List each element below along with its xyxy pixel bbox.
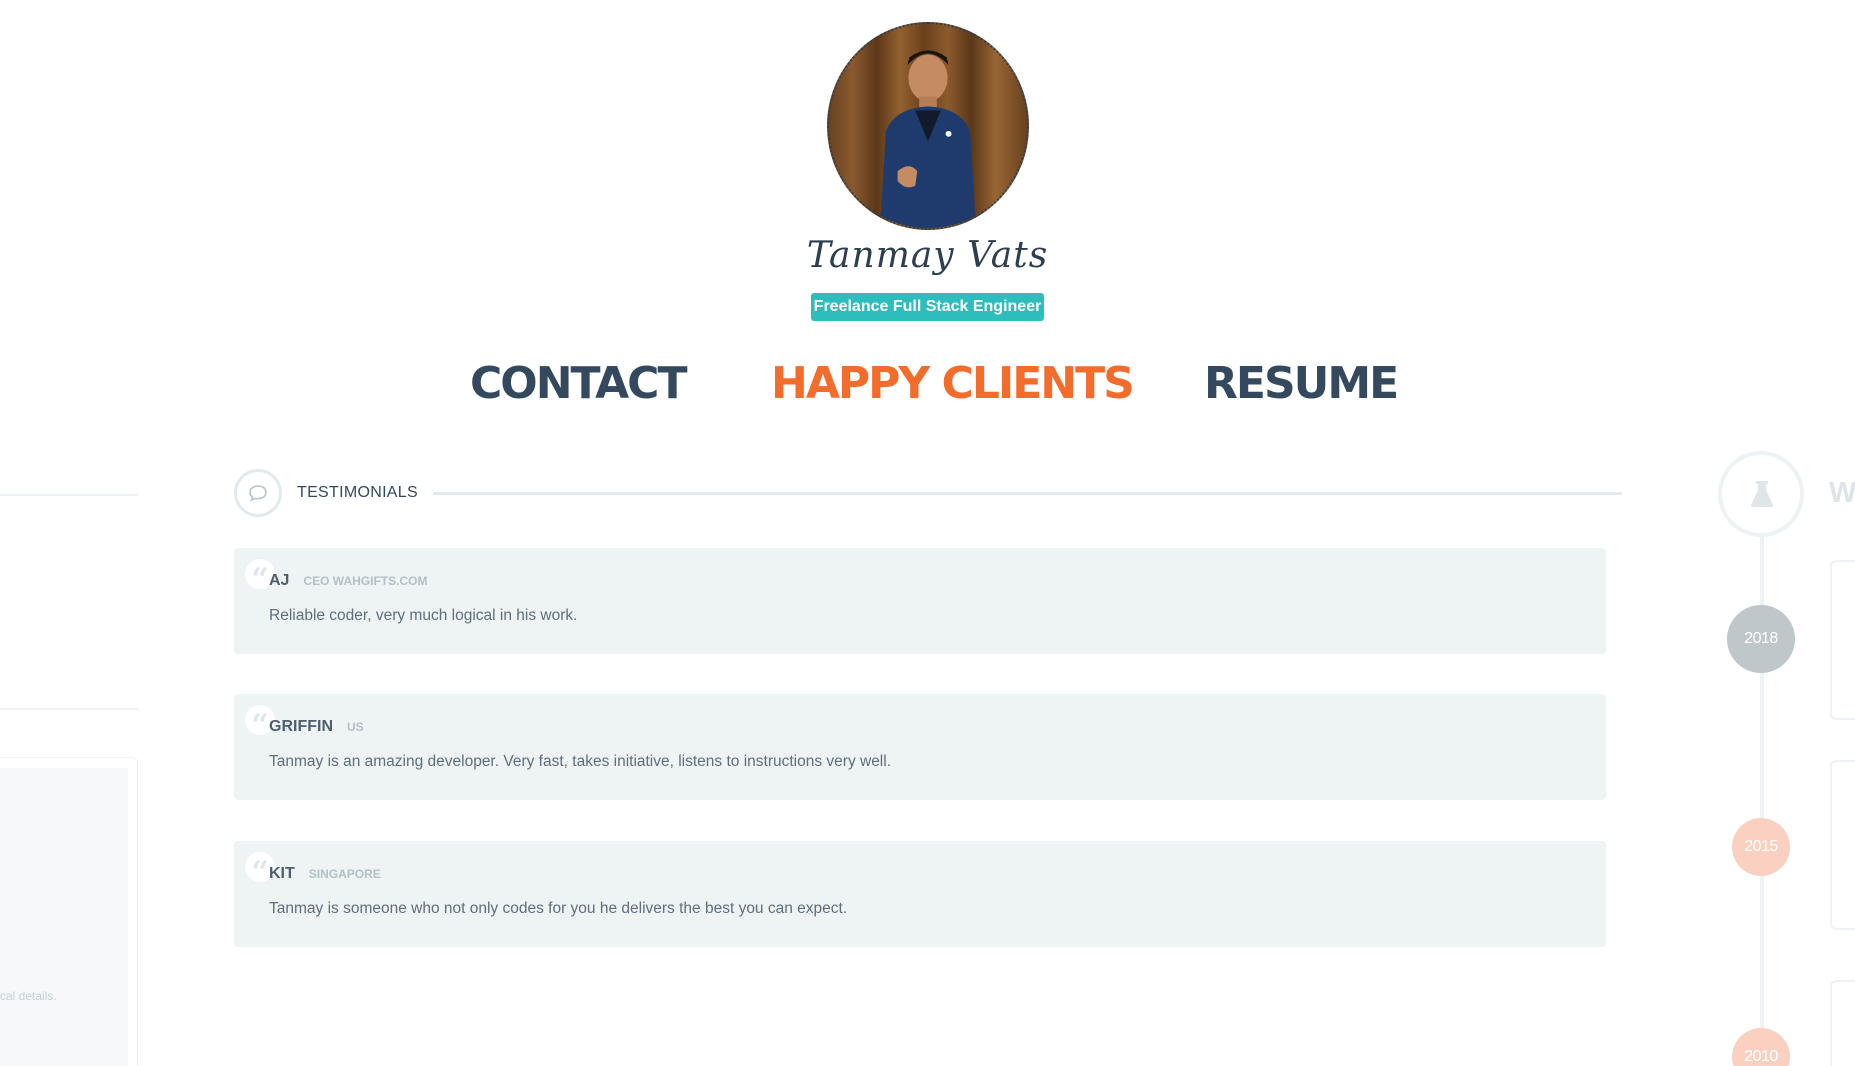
profile-photo	[827, 22, 1029, 230]
role-badge: Freelance Full Stack Engineer	[811, 293, 1044, 321]
timeline-card	[1830, 560, 1855, 720]
section-divider	[433, 492, 1622, 495]
profile-photo-figure	[879, 50, 977, 228]
left-panel-card-body	[0, 768, 128, 1066]
testimonial-meta: US	[347, 720, 364, 734]
flask-icon	[1718, 451, 1804, 537]
timeline-year-2015: 2015	[1732, 818, 1790, 876]
nav-resume[interactable]: RESUME	[1204, 354, 1399, 414]
left-panel-divider	[0, 494, 138, 496]
timeline-card	[1830, 760, 1855, 930]
testimonial-card: “ AJ CEO WAHGIFTS.COM Reliable coder, ver…	[234, 548, 1606, 654]
testimonial-card: “ KIT SINGAPORE Tanmay is someone who not…	[234, 841, 1606, 947]
nav-happy-clients[interactable]: HAPPY CLIENTS	[771, 354, 1135, 414]
testimonial-author: KIT SINGAPORE	[269, 865, 381, 883]
chat-bubble-icon	[234, 469, 282, 517]
testimonial-name: GRIFFIN	[269, 718, 333, 735]
testimonial-meta: SINGAPORE	[308, 867, 381, 881]
timeline-card	[1830, 980, 1855, 1066]
nav-contact[interactable]: CONTACT	[470, 354, 687, 414]
testimonial-author: GRIFFIN US	[269, 718, 364, 736]
timeline-year-2018: 2018	[1727, 605, 1795, 673]
testimonial-text: Tanmay is an amazing developer. Very fas…	[269, 753, 892, 770]
testimonial-meta: CEO WAHGIFTS.COM	[303, 574, 428, 588]
testimonial-author: AJ CEO WAHGIFTS.COM	[269, 572, 427, 590]
left-panel-text: cal details.	[0, 989, 57, 1003]
testimonial-text: Tanmay is someone who not only codes for…	[269, 900, 848, 917]
testimonial-name: AJ	[269, 572, 290, 589]
testimonial-name: KIT	[269, 865, 295, 882]
section-title: TESTIMONIALS	[297, 484, 418, 501]
timeline-year-2010: 2010	[1732, 1028, 1790, 1066]
timeline-heading: W	[1829, 477, 1855, 509]
testimonial-card: “ GRIFFIN US Tanmay is an amazing develop…	[234, 694, 1606, 800]
profile-name-signature: Tanmay Vats	[806, 235, 1049, 276]
testimonial-text: Reliable coder, very much logical in his…	[269, 607, 578, 624]
left-panel-card	[0, 757, 138, 1066]
left-panel-divider	[0, 708, 138, 710]
